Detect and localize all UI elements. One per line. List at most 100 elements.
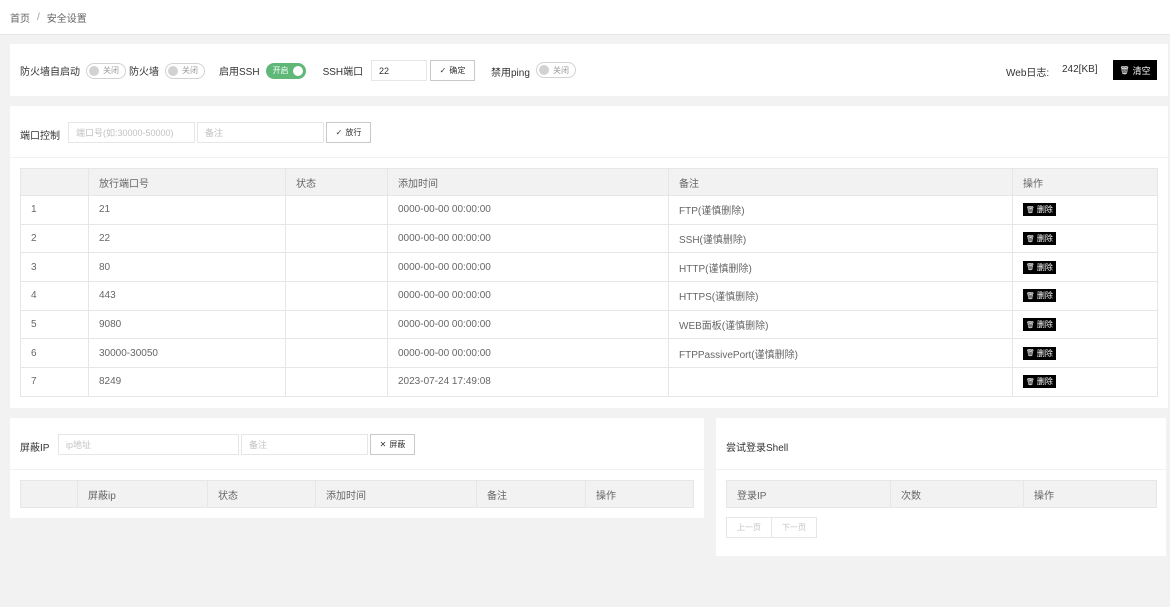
delete-button[interactable]: 🗑 删除: [1023, 260, 1056, 274]
port-note-input[interactable]: [197, 122, 324, 143]
disable-ping-label: 禁用ping: [491, 68, 530, 79]
trash-icon: 🗑: [1026, 292, 1035, 300]
row-note: FTP(谨慎删除): [668, 195, 1013, 225]
delete-button[interactable]: 🗑 删除: [1023, 289, 1056, 303]
toggle-knob: [89, 65, 99, 76]
delete-button[interactable]: 🗑 删除: [1023, 318, 1056, 332]
row-time: 0000-00-00 00:00:00: [387, 281, 669, 311]
shell-login-title: 尝试登录Shell: [726, 443, 789, 454]
row-actions: 🗑 删除: [1012, 367, 1158, 397]
clear-label: 清空: [1132, 65, 1151, 76]
row-time: 0000-00-00 00:00:00: [387, 338, 669, 369]
block-ip-table-wrapper: 屏蔽ip 状态 添加时间 备注 操作: [20, 480, 694, 508]
row-actions: 🗑 删除: [1012, 223, 1158, 254]
block-ip-input[interactable]: [58, 434, 239, 455]
row-note: HTTPS(谨慎删除): [668, 281, 1013, 311]
weblog-label: Web日志:: [1006, 68, 1050, 79]
divider: [716, 469, 1166, 470]
row-time: 0000-00-00 00:00:00: [387, 195, 669, 225]
confirm-label: 确定: [449, 66, 466, 75]
table-row: 1 21 0000-00-00 00:00:00 FTP(谨慎删除) 🗑 删除: [20, 195, 1158, 225]
row-status: [285, 338, 388, 369]
row-note: HTTP(谨慎删除): [668, 252, 1013, 283]
row-time: 0000-00-00 00:00:00: [387, 309, 669, 340]
allow-label: 放行: [345, 128, 362, 137]
block-ip-button[interactable]: ✕ 屏蔽: [370, 434, 415, 455]
column-header-login-ip: 登录IP: [726, 480, 891, 508]
delete-button[interactable]: 🗑 删除: [1023, 375, 1056, 389]
trash-icon: 🗑: [1026, 206, 1035, 214]
row-index: 5: [20, 309, 89, 340]
row-port: 30000-30050: [88, 338, 286, 369]
prev-page-button[interactable]: 上一页: [726, 517, 772, 538]
ssh-enable-label: 启用SSH: [219, 67, 260, 78]
pagination: 上一页 下一页: [726, 517, 817, 538]
trash-icon: 🗑: [1026, 321, 1035, 329]
column-header-status: 状态: [207, 480, 316, 508]
table-row: 7 8249 2023-07-24 17:49:08 🗑 删除: [20, 367, 1158, 397]
row-actions: 🗑 删除: [1012, 338, 1158, 369]
row-index: 6: [20, 338, 89, 369]
breadcrumb: 首页 / 安全设置: [0, 0, 1170, 35]
row-port: 21: [88, 195, 286, 225]
toggle-state-text: 开启: [272, 66, 289, 75]
row-time: 0000-00-00 00:00:00: [387, 252, 669, 283]
block-ip-table: 屏蔽ip 状态 添加时间 备注 操作: [20, 480, 694, 508]
firewall-autostart-toggle[interactable]: 关闭: [86, 62, 126, 79]
row-port: 443: [88, 281, 286, 311]
delete-button[interactable]: 🗑 删除: [1023, 346, 1056, 360]
shell-login-table: 登录IP 次数 操作: [726, 480, 1157, 508]
column-header-port: 放行端口号: [88, 168, 286, 196]
table-row: 4 443 0000-00-00 00:00:00 HTTPS(谨慎删除) 🗑 删除: [20, 281, 1158, 311]
trash-icon: 🗑: [1026, 264, 1035, 272]
column-header-status: 状态: [285, 168, 388, 196]
close-icon: ✕: [379, 440, 387, 449]
row-port: 8249: [88, 367, 286, 397]
port-number-input[interactable]: [68, 122, 195, 143]
row-note: WEB面板(谨慎删除): [668, 309, 1013, 340]
ssh-port-label: SSH端口: [322, 67, 364, 78]
row-status: [285, 367, 388, 397]
shell-login-panel: 尝试登录Shell 登录IP 次数 操作 上一页 下一页: [716, 418, 1166, 556]
row-time: 2023-07-24 17:49:08: [387, 367, 669, 397]
shell-login-table-wrapper: 登录IP 次数 操作: [726, 480, 1157, 508]
row-index: 2: [20, 223, 89, 254]
row-port: 22: [88, 223, 286, 254]
delete-label: 删除: [1036, 262, 1053, 272]
trash-icon: 🗑: [1026, 350, 1035, 358]
confirm-ssh-port-button[interactable]: ✓ 确定: [430, 60, 475, 81]
firewall-label: 防火墙: [129, 67, 159, 78]
row-status: [285, 252, 388, 283]
table-row: 5 9080 0000-00-00 00:00:00 WEB面板(谨慎删除) 🗑 删除: [20, 309, 1158, 340]
toggle-knob: [168, 65, 178, 76]
column-header-index: [20, 480, 78, 508]
column-header-blocked-ip: 屏蔽ip: [77, 480, 208, 508]
firewall-autostart-label: 防火墙自启动: [20, 67, 80, 78]
column-header-actions: 操作: [1023, 480, 1157, 508]
breadcrumb-home[interactable]: 首页: [10, 10, 30, 25]
row-status: [285, 309, 388, 340]
block-ip-note-input[interactable]: [241, 434, 368, 455]
block-label: 屏蔽: [389, 440, 406, 449]
next-page-button[interactable]: 下一页: [772, 517, 817, 538]
row-status: [285, 223, 388, 254]
column-header-time: 添加时间: [315, 480, 477, 508]
row-index: 4: [20, 281, 89, 311]
allow-port-button[interactable]: ✓ 放行: [326, 122, 371, 143]
row-note: FTPPassivePort(谨慎删除): [668, 338, 1013, 369]
disable-ping-toggle[interactable]: 关闭: [536, 62, 576, 78]
row-actions: 🗑 删除: [1012, 195, 1158, 225]
ssh-port-input[interactable]: [371, 60, 427, 81]
clear-weblog-button[interactable]: 🗑 清空: [1113, 60, 1157, 80]
firewall-toggle[interactable]: 关闭: [165, 62, 205, 79]
delete-label: 删除: [1036, 320, 1053, 330]
table-header-row: 屏蔽ip 状态 添加时间 备注 操作: [20, 480, 694, 508]
delete-button[interactable]: 🗑 删除: [1023, 203, 1056, 217]
delete-button[interactable]: 🗑 删除: [1023, 232, 1056, 246]
divider: [10, 157, 1168, 158]
ssh-enable-toggle[interactable]: 开启: [265, 62, 306, 79]
table-row: 3 80 0000-00-00 00:00:00 HTTP(谨慎删除) 🗑 删除: [20, 252, 1158, 283]
divider: [10, 469, 704, 470]
row-port: 9080: [88, 309, 286, 340]
column-header-actions: 操作: [585, 480, 694, 508]
